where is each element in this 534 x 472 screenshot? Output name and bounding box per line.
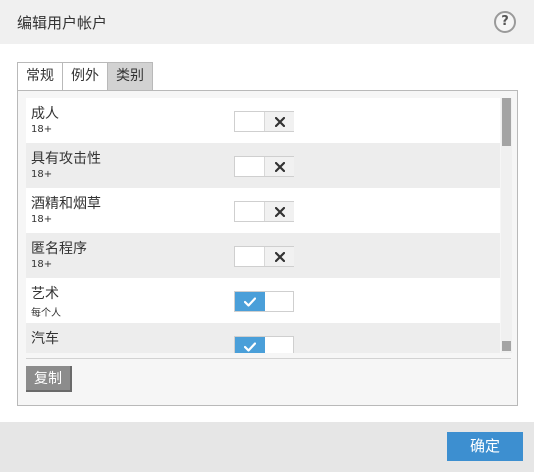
category-row: 艺术 每个人 <box>26 278 500 323</box>
list-scrollbar[interactable] <box>501 98 512 353</box>
dialog-body: 常规 例外 类别 成人 18+ 具有攻击性 18+ 酒精和烟草 18+ 匿名程序 18+ 艺术每… <box>0 44 534 422</box>
category-toggle[interactable] <box>234 246 294 267</box>
close-icon <box>264 247 294 266</box>
category-list[interactable]: 成人 18+ 具有攻击性 18+ 酒精和烟草 18+ 匿名程序 18+ 艺术每个人汽车 <box>26 98 500 353</box>
category-age-rating: 18+ <box>31 169 53 180</box>
close-icon <box>264 157 294 176</box>
check-icon <box>235 292 265 311</box>
category-toggle[interactable] <box>234 336 294 353</box>
category-toggle[interactable] <box>234 111 294 132</box>
dialog-header: 编辑用户帐户 ? <box>0 0 534 44</box>
category-row: 汽车 <box>26 323 500 353</box>
close-icon <box>264 112 294 131</box>
divider <box>26 358 511 359</box>
tab-categories[interactable]: 类别 <box>107 62 153 90</box>
category-toggle[interactable] <box>234 156 294 177</box>
scrollbar-thumb[interactable] <box>502 98 511 146</box>
close-icon <box>264 202 294 221</box>
category-row: 具有攻击性 18+ <box>26 143 500 188</box>
category-age-rating: 18+ <box>31 214 53 225</box>
category-name: 汽车 <box>31 331 59 347</box>
category-row: 匿名程序 18+ <box>26 233 500 278</box>
category-age-rating: 18+ <box>31 259 53 270</box>
category-age-rating: 18+ <box>31 124 53 135</box>
check-icon <box>235 337 265 353</box>
dialog-footer: 确定 <box>0 422 534 472</box>
help-button[interactable]: ? <box>494 11 516 33</box>
categories-panel: 成人 18+ 具有攻击性 18+ 酒精和烟草 18+ 匿名程序 18+ 艺术每个人汽车 复制 <box>17 90 518 406</box>
category-row: 酒精和烟草 18+ <box>26 188 500 233</box>
category-name: 酒精和烟草 <box>31 196 101 212</box>
copy-button[interactable]: 复制 <box>26 366 72 392</box>
category-name: 艺术 <box>31 286 59 302</box>
scrollbar-end <box>502 341 511 351</box>
tab-exceptions[interactable]: 例外 <box>62 62 108 90</box>
category-age-rating: 每个人 <box>31 308 61 319</box>
category-row: 成人 18+ <box>26 98 500 143</box>
category-toggle[interactable] <box>234 291 294 312</box>
tab-general[interactable]: 常规 <box>17 62 63 90</box>
ok-button[interactable]: 确定 <box>447 432 523 461</box>
dialog-title: 编辑用户帐户 <box>17 14 108 32</box>
category-name: 匿名程序 <box>31 241 87 257</box>
category-name: 成人 <box>31 106 59 122</box>
category-name: 具有攻击性 <box>31 151 101 167</box>
category-toggle[interactable] <box>234 201 294 222</box>
tab-bar: 常规 例外 类别 <box>17 62 153 90</box>
